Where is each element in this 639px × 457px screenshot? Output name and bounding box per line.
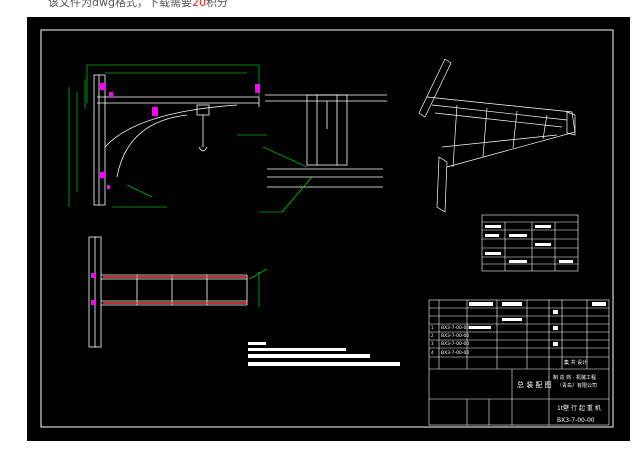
front-view-tags (99, 83, 260, 189)
company-name: 制 造 商 · 机械工程 (553, 374, 596, 381)
part-no-1: 1 (431, 325, 434, 330)
part-code-1: BX3-7-00-00 (441, 325, 469, 331)
part-no-4: 4 (431, 350, 434, 355)
plan-view (88, 236, 248, 348)
part-code-3: BX3-7-00-00 (441, 341, 469, 347)
product-name: 1t壁 行 起 重 机 (557, 404, 601, 412)
plan-view-members (103, 276, 247, 304)
title-block: 1 BX3-7-00-00 2 BX3-7-00-00 3 BX3-7-00-0… (428, 299, 610, 426)
front-view (93, 74, 260, 206)
technical-notes (248, 342, 400, 366)
download-note: 该文件为dwg格式，下载需要20积分 (48, 0, 228, 10)
part-no-3: 3 (431, 341, 434, 346)
drawing-number: BX3-7-00-00 (557, 417, 595, 424)
side-view-dimensions (259, 146, 313, 213)
cad-drawing: 1 BX3-7-00-00 2 BX3-7-00-00 3 BX3-7-00-0… (40, 29, 614, 428)
points-cost: 20 (191, 0, 206, 9)
part-no-2: 2 (431, 333, 434, 338)
company-subtitle: （青岛）有限公司 (557, 382, 597, 389)
part-code-2: BX3-7-00-00 (441, 333, 469, 339)
isometric-view (418, 58, 576, 213)
part-code-4: BX3-7-00-00 (441, 350, 469, 356)
side-view (265, 94, 387, 188)
plan-view-dimensions (248, 268, 268, 307)
designer-label: 集 共 设计 (564, 359, 587, 366)
drawing-title: 总 装 配 图 (517, 380, 552, 389)
cad-drawing-viewer[interactable]: 1 BX3-7-00-00 2 BX3-7-00-00 3 BX3-7-00-0… (27, 17, 630, 441)
